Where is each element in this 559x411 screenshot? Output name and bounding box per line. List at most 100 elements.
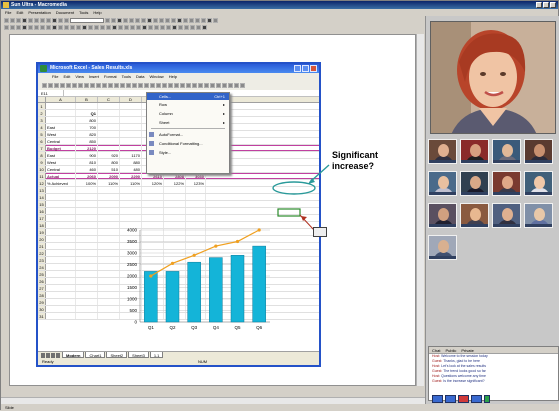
row-header[interactable]: 20 (38, 236, 46, 242)
menu-item-conditional-formatting[interactable]: Conditional Formatting... (147, 139, 229, 148)
table-cell[interactable]: 1170 (120, 152, 142, 158)
table-cell[interactable] (76, 292, 98, 298)
toolbar-tool-icon[interactable] (165, 18, 170, 23)
table-cell[interactable] (98, 208, 120, 214)
table-cell[interactable] (46, 271, 76, 277)
table-cell[interactable]: 700 (76, 124, 98, 130)
toolbar-tool-icon[interactable] (22, 25, 27, 30)
table-cell[interactable]: 480 (120, 166, 142, 172)
toolbar-tool-icon[interactable] (153, 18, 158, 23)
toolbar-tool-icon[interactable] (207, 18, 212, 23)
row-header[interactable]: 7 (38, 145, 46, 151)
table-cell[interactable]: % Achieved (46, 180, 76, 186)
table-cell[interactable] (142, 215, 164, 221)
table-cell[interactable] (120, 138, 142, 144)
table-cell[interactable] (76, 250, 98, 256)
table-cell[interactable] (186, 194, 206, 200)
toolbar-tool-icon[interactable] (28, 25, 33, 30)
chat-tab[interactable]: Chat (432, 347, 440, 353)
table-cell[interactable] (46, 103, 76, 109)
row-header[interactable]: 12 (38, 180, 46, 186)
toolbar-tool-icon[interactable] (142, 25, 147, 30)
row-header[interactable]: 18 (38, 222, 46, 228)
menu-presentation[interactable]: Presentation (28, 9, 50, 16)
row-header[interactable]: 28 (38, 292, 46, 298)
toolbar-tool-icon[interactable] (177, 18, 182, 23)
participant-thumbnail[interactable] (428, 235, 457, 260)
column-header-d[interactable]: D (120, 97, 142, 102)
table-cell[interactable] (120, 145, 142, 151)
menu-item-row[interactable]: Row ▸ (147, 100, 229, 109)
vertical-scrollbar[interactable] (416, 34, 424, 386)
table-cell[interactable] (46, 215, 76, 221)
table-cell[interactable]: 123% (186, 180, 206, 186)
table-cell[interactable] (46, 299, 76, 305)
menu-help[interactable]: Help (93, 9, 101, 16)
row-header[interactable]: 14 (38, 194, 46, 200)
toolbar-tool-icon[interactable] (58, 25, 63, 30)
table-cell[interactable] (98, 215, 120, 221)
table-cell[interactable] (120, 131, 142, 137)
table-cell[interactable]: 2090 (98, 173, 120, 179)
table-cell[interactable]: 800 (98, 159, 120, 165)
excel-tool-icon[interactable] (78, 83, 83, 88)
camera-button[interactable] (445, 395, 456, 403)
table-cell[interactable] (186, 215, 206, 221)
excel-tool-icon[interactable] (102, 83, 107, 88)
table-cell[interactable] (76, 278, 98, 284)
excel-tool-icon[interactable] (120, 83, 125, 88)
toolbar-tool-icon[interactable] (201, 18, 206, 23)
menu-item-style[interactable]: Style... (147, 148, 229, 157)
menu-item-sheet[interactable]: Sheet ▸ (147, 118, 229, 127)
table-cell[interactable] (46, 229, 76, 235)
table-cell[interactable] (120, 187, 142, 193)
excel-tool-icon[interactable] (198, 83, 203, 88)
row-header[interactable]: 11 (38, 173, 46, 179)
table-cell[interactable]: 800 (76, 117, 98, 123)
excel-tool-icon[interactable] (66, 83, 71, 88)
toolbar-tool-icon[interactable] (123, 18, 128, 23)
toolbar-tool-icon[interactable] (135, 18, 140, 23)
table-cell[interactable] (120, 201, 142, 207)
table-cell[interactable] (98, 145, 120, 151)
table-cell[interactable]: Budget (46, 145, 76, 151)
toolbar-tool-icon[interactable] (202, 25, 207, 30)
menu-item-autoformat[interactable]: AutoFormat... (147, 130, 229, 139)
toolbar-tool-icon[interactable] (159, 18, 164, 23)
toolbar-tool-icon[interactable] (88, 25, 93, 30)
table-cell[interactable] (164, 208, 186, 214)
table-cell[interactable] (142, 208, 164, 214)
toolbar-tool-icon[interactable] (34, 18, 39, 23)
row-header[interactable]: 27 (38, 285, 46, 291)
participant-thumbnail[interactable] (492, 203, 521, 228)
row-header[interactable]: 2 (38, 110, 46, 116)
table-cell[interactable] (76, 208, 98, 214)
table-cell[interactable]: West (46, 159, 76, 165)
table-cell[interactable]: 900 (76, 152, 98, 158)
excel-minimize-button[interactable] (294, 65, 301, 72)
toolbar-tool-icon[interactable] (64, 25, 69, 30)
excel-menu-file[interactable]: File (52, 73, 58, 81)
excel-tool-icon[interactable] (168, 83, 173, 88)
table-cell[interactable] (98, 201, 120, 207)
table-cell[interactable]: Actual (46, 173, 76, 179)
row-header[interactable]: 26 (38, 278, 46, 284)
excel-tool-icon[interactable] (174, 83, 179, 88)
row-header[interactable]: 1 (38, 103, 46, 109)
table-cell[interactable] (46, 285, 76, 291)
table-cell[interactable]: 460 (76, 166, 98, 172)
table-cell[interactable] (76, 243, 98, 249)
toolbar-tool-icon[interactable] (190, 25, 195, 30)
table-cell[interactable]: 920 (98, 152, 120, 158)
table-cell[interactable] (120, 124, 142, 130)
table-cell[interactable]: 880 (120, 159, 142, 165)
menu-tools[interactable]: Tools (79, 9, 88, 16)
close-button[interactable] (550, 2, 556, 8)
table-cell[interactable]: Central (46, 138, 76, 144)
excel-tool-icon[interactable] (240, 83, 245, 88)
excel-menu-tools[interactable]: Tools (122, 73, 131, 81)
row-header[interactable]: 15 (38, 201, 46, 207)
excel-tool-icon[interactable] (48, 83, 53, 88)
toolbar-tool-icon[interactable] (130, 25, 135, 30)
excel-menu-window[interactable]: Window (149, 73, 163, 81)
